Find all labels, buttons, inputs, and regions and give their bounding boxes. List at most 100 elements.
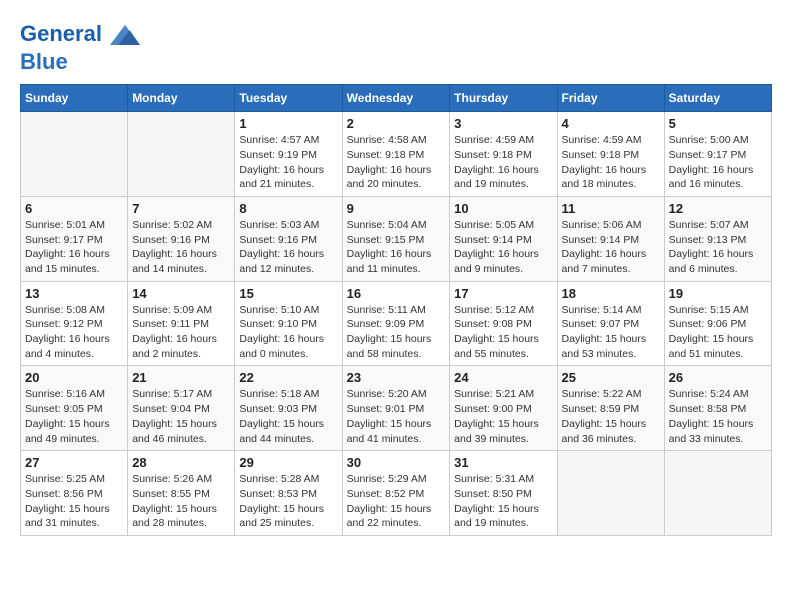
- day-cell: [21, 112, 128, 197]
- logo: General Blue: [20, 20, 140, 74]
- day-info: Sunrise: 5:02 AM Sunset: 9:16 PM Dayligh…: [132, 218, 230, 277]
- day-info: Sunrise: 5:07 AM Sunset: 9:13 PM Dayligh…: [669, 218, 767, 277]
- day-number: 3: [454, 116, 552, 131]
- day-info: Sunrise: 5:21 AM Sunset: 9:00 PM Dayligh…: [454, 387, 552, 446]
- day-number: 6: [25, 201, 123, 216]
- day-info: Sunrise: 5:31 AM Sunset: 8:50 PM Dayligh…: [454, 472, 552, 531]
- logo-general: General: [20, 21, 102, 46]
- day-number: 22: [239, 370, 337, 385]
- day-cell: 26Sunrise: 5:24 AM Sunset: 8:58 PM Dayli…: [664, 366, 771, 451]
- week-row-2: 6 Sunrise: 5:01 AM Sunset: 9:17 PM Daylig…: [21, 196, 772, 281]
- day-cell: 17Sunrise: 5:12 AM Sunset: 9:08 PM Dayli…: [450, 281, 557, 366]
- day-number: 4: [562, 116, 660, 131]
- day-number: 31: [454, 455, 552, 470]
- day-number: 28: [132, 455, 230, 470]
- day-number: 1: [239, 116, 337, 131]
- day-number: 18: [562, 286, 660, 301]
- day-cell: 19Sunrise: 5:15 AM Sunset: 9:06 PM Dayli…: [664, 281, 771, 366]
- day-cell: 29 Sunrise: 5:28 AM Sunset: 8:53 PM Dayli…: [235, 451, 342, 536]
- day-number: 13: [25, 286, 123, 301]
- week-row-3: 13 Sunrise: 5:08 AM Sunset: 9:12 PM Dayli…: [21, 281, 772, 366]
- day-info: Sunrise: 5:08 AM Sunset: 9:12 PM Dayligh…: [25, 303, 123, 362]
- day-number: 9: [347, 201, 446, 216]
- day-number: 16: [347, 286, 446, 301]
- day-cell: 15 Sunrise: 5:10 AM Sunset: 9:10 PM Dayli…: [235, 281, 342, 366]
- day-number: 26: [669, 370, 767, 385]
- day-number: 5: [669, 116, 767, 131]
- day-cell: 25 Sunrise: 5:22 AM Sunset: 8:59 PM Dayli…: [557, 366, 664, 451]
- day-info: Sunrise: 4:59 AM Sunset: 9:18 PM Dayligh…: [454, 133, 552, 192]
- day-cell: [128, 112, 235, 197]
- day-cell: 23 Sunrise: 5:20 AM Sunset: 9:01 PM Dayli…: [342, 366, 450, 451]
- weekday-header-saturday: Saturday: [664, 85, 771, 112]
- day-info: Sunrise: 5:05 AM Sunset: 9:14 PM Dayligh…: [454, 218, 552, 277]
- day-number: 21: [132, 370, 230, 385]
- day-cell: 6 Sunrise: 5:01 AM Sunset: 9:17 PM Daylig…: [21, 196, 128, 281]
- day-cell: 11Sunrise: 5:06 AM Sunset: 9:14 PM Dayli…: [557, 196, 664, 281]
- day-info: Sunrise: 4:58 AM Sunset: 9:18 PM Dayligh…: [347, 133, 446, 192]
- day-number: 15: [239, 286, 337, 301]
- day-cell: 31 Sunrise: 5:31 AM Sunset: 8:50 PM Dayli…: [450, 451, 557, 536]
- day-cell: 21 Sunrise: 5:17 AM Sunset: 9:04 PM Dayli…: [128, 366, 235, 451]
- day-info: Sunrise: 5:10 AM Sunset: 9:10 PM Dayligh…: [239, 303, 337, 362]
- day-cell: 30 Sunrise: 5:29 AM Sunset: 8:52 PM Dayli…: [342, 451, 450, 536]
- weekday-header-sunday: Sunday: [21, 85, 128, 112]
- day-info: Sunrise: 5:25 AM Sunset: 8:56 PM Dayligh…: [25, 472, 123, 531]
- day-info: Sunrise: 5:29 AM Sunset: 8:52 PM Dayligh…: [347, 472, 446, 531]
- day-cell: 10 Sunrise: 5:05 AM Sunset: 9:14 PM Dayli…: [450, 196, 557, 281]
- day-cell: 27 Sunrise: 5:25 AM Sunset: 8:56 PM Dayli…: [21, 451, 128, 536]
- weekday-header-wednesday: Wednesday: [342, 85, 450, 112]
- day-number: 23: [347, 370, 446, 385]
- day-info: Sunrise: 4:57 AM Sunset: 9:19 PM Dayligh…: [239, 133, 337, 192]
- day-number: 7: [132, 201, 230, 216]
- weekday-header-monday: Monday: [128, 85, 235, 112]
- day-info: Sunrise: 5:18 AM Sunset: 9:03 PM Dayligh…: [239, 387, 337, 446]
- day-cell: 9Sunrise: 5:04 AM Sunset: 9:15 PM Daylig…: [342, 196, 450, 281]
- day-number: 2: [347, 116, 446, 131]
- week-row-4: 20Sunrise: 5:16 AM Sunset: 9:05 PM Dayli…: [21, 366, 772, 451]
- day-info: Sunrise: 5:28 AM Sunset: 8:53 PM Dayligh…: [239, 472, 337, 531]
- logo-icon: [110, 20, 140, 50]
- day-number: 27: [25, 455, 123, 470]
- week-row-5: 27 Sunrise: 5:25 AM Sunset: 8:56 PM Dayli…: [21, 451, 772, 536]
- day-info: Sunrise: 5:03 AM Sunset: 9:16 PM Dayligh…: [239, 218, 337, 277]
- day-number: 14: [132, 286, 230, 301]
- day-info: Sunrise: 5:26 AM Sunset: 8:55 PM Dayligh…: [132, 472, 230, 531]
- weekday-header-tuesday: Tuesday: [235, 85, 342, 112]
- day-number: 24: [454, 370, 552, 385]
- day-number: 25: [562, 370, 660, 385]
- day-cell: 12Sunrise: 5:07 AM Sunset: 9:13 PM Dayli…: [664, 196, 771, 281]
- day-cell: [557, 451, 664, 536]
- day-info: Sunrise: 5:01 AM Sunset: 9:17 PM Dayligh…: [25, 218, 123, 277]
- day-number: 30: [347, 455, 446, 470]
- day-cell: 13 Sunrise: 5:08 AM Sunset: 9:12 PM Dayli…: [21, 281, 128, 366]
- day-info: Sunrise: 5:14 AM Sunset: 9:07 PM Dayligh…: [562, 303, 660, 362]
- day-info: Sunrise: 5:00 AM Sunset: 9:17 PM Dayligh…: [669, 133, 767, 192]
- weekday-header-thursday: Thursday: [450, 85, 557, 112]
- day-info: Sunrise: 5:12 AM Sunset: 9:08 PM Dayligh…: [454, 303, 552, 362]
- day-cell: 4Sunrise: 4:59 AM Sunset: 9:18 PM Daylig…: [557, 112, 664, 197]
- day-info: Sunrise: 5:17 AM Sunset: 9:04 PM Dayligh…: [132, 387, 230, 446]
- calendar-table: SundayMondayTuesdayWednesdayThursdayFrid…: [20, 84, 772, 536]
- day-info: Sunrise: 5:09 AM Sunset: 9:11 PM Dayligh…: [132, 303, 230, 362]
- day-number: 11: [562, 201, 660, 216]
- day-info: Sunrise: 5:22 AM Sunset: 8:59 PM Dayligh…: [562, 387, 660, 446]
- day-info: Sunrise: 5:20 AM Sunset: 9:01 PM Dayligh…: [347, 387, 446, 446]
- day-cell: 2 Sunrise: 4:58 AM Sunset: 9:18 PM Daylig…: [342, 112, 450, 197]
- day-number: 29: [239, 455, 337, 470]
- day-number: 8: [239, 201, 337, 216]
- logo-blue: Blue: [20, 49, 68, 74]
- day-cell: [664, 451, 771, 536]
- day-cell: 16Sunrise: 5:11 AM Sunset: 9:09 PM Dayli…: [342, 281, 450, 366]
- day-cell: 24 Sunrise: 5:21 AM Sunset: 9:00 PM Dayli…: [450, 366, 557, 451]
- page-header: General Blue: [20, 20, 772, 74]
- day-cell: 5 Sunrise: 5:00 AM Sunset: 9:17 PM Daylig…: [664, 112, 771, 197]
- day-cell: 1 Sunrise: 4:57 AM Sunset: 9:19 PM Daylig…: [235, 112, 342, 197]
- day-cell: 7 Sunrise: 5:02 AM Sunset: 9:16 PM Daylig…: [128, 196, 235, 281]
- day-cell: 28 Sunrise: 5:26 AM Sunset: 8:55 PM Dayli…: [128, 451, 235, 536]
- day-cell: 18 Sunrise: 5:14 AM Sunset: 9:07 PM Dayli…: [557, 281, 664, 366]
- day-cell: 8 Sunrise: 5:03 AM Sunset: 9:16 PM Daylig…: [235, 196, 342, 281]
- weekday-header-friday: Friday: [557, 85, 664, 112]
- day-info: Sunrise: 5:16 AM Sunset: 9:05 PM Dayligh…: [25, 387, 123, 446]
- day-number: 10: [454, 201, 552, 216]
